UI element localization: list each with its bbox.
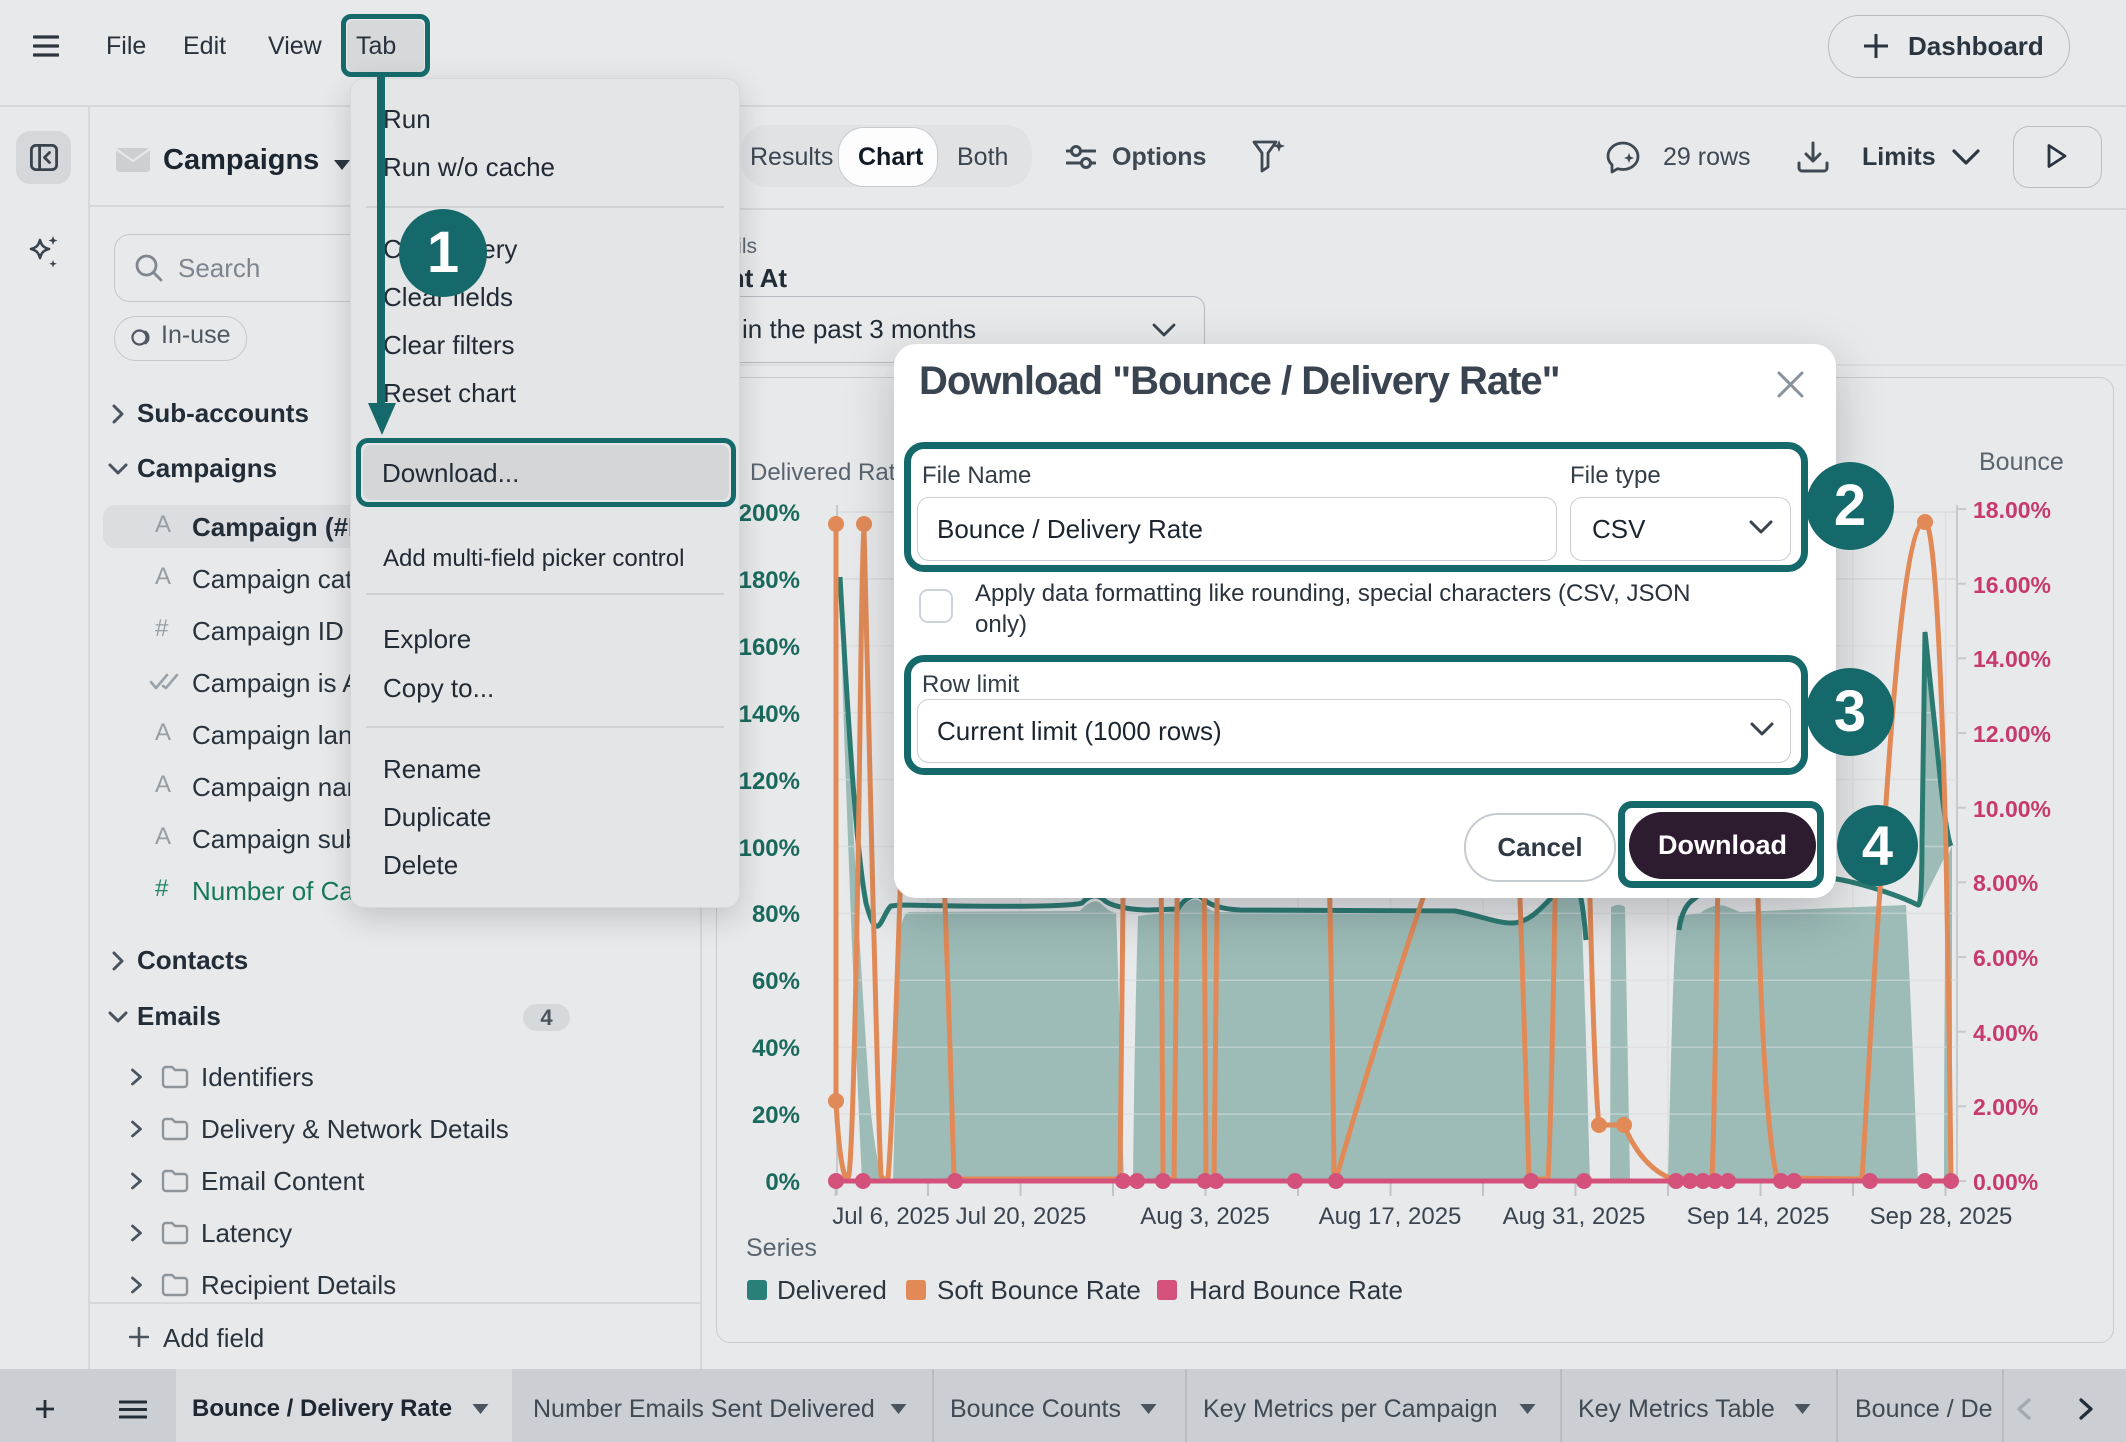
svg-text:Sep 28, 2025: Sep 28, 2025 xyxy=(1870,1203,2013,1230)
svg-text:180%: 180% xyxy=(739,567,800,594)
svg-text:18.00%: 18.00% xyxy=(1973,497,2051,523)
svg-text:140%: 140% xyxy=(739,701,800,728)
svg-text:Aug 31, 2025: Aug 31, 2025 xyxy=(1503,1203,1646,1230)
svg-text:Series: Series xyxy=(746,1234,817,1262)
svg-text:12.00%: 12.00% xyxy=(1973,721,2051,747)
svg-text:120%: 120% xyxy=(739,768,800,795)
svg-text:Jul 20, 2025: Jul 20, 2025 xyxy=(956,1203,1087,1230)
svg-text:4.00%: 4.00% xyxy=(1973,1020,2038,1046)
svg-text:Aug 17, 2025: Aug 17, 2025 xyxy=(1319,1203,1462,1230)
svg-text:100%: 100% xyxy=(739,835,800,862)
svg-text:20%: 20% xyxy=(752,1102,800,1129)
svg-text:160%: 160% xyxy=(739,634,800,661)
svg-text:Bounce: Bounce xyxy=(1979,448,2064,476)
svg-text:Jul 6, 2025: Jul 6, 2025 xyxy=(832,1203,949,1230)
svg-text:2.00%: 2.00% xyxy=(1973,1094,2038,1120)
svg-text:60%: 60% xyxy=(752,968,800,995)
svg-text:16.00%: 16.00% xyxy=(1973,572,2051,598)
svg-text:6.00%: 6.00% xyxy=(1973,945,2038,971)
svg-text:Delivered: Delivered xyxy=(777,1275,887,1305)
svg-text:40%: 40% xyxy=(752,1035,800,1062)
svg-text:Hard Bounce Rate: Hard Bounce Rate xyxy=(1189,1275,1403,1305)
svg-text:0.00%: 0.00% xyxy=(1973,1169,2038,1195)
svg-text:200%: 200% xyxy=(739,500,800,527)
svg-text:0%: 0% xyxy=(765,1169,800,1196)
svg-text:Aug 3, 2025: Aug 3, 2025 xyxy=(1140,1203,1269,1230)
svg-text:Delivered Rate: Delivered Rate xyxy=(750,459,909,486)
svg-text:10.00%: 10.00% xyxy=(1973,796,2051,822)
svg-text:Soft Bounce Rate: Soft Bounce Rate xyxy=(937,1275,1141,1305)
svg-text:80%: 80% xyxy=(752,901,800,928)
svg-text:14.00%: 14.00% xyxy=(1973,646,2051,672)
svg-text:8.00%: 8.00% xyxy=(1973,870,2038,896)
svg-text:Sep 14, 2025: Sep 14, 2025 xyxy=(1687,1203,1830,1230)
